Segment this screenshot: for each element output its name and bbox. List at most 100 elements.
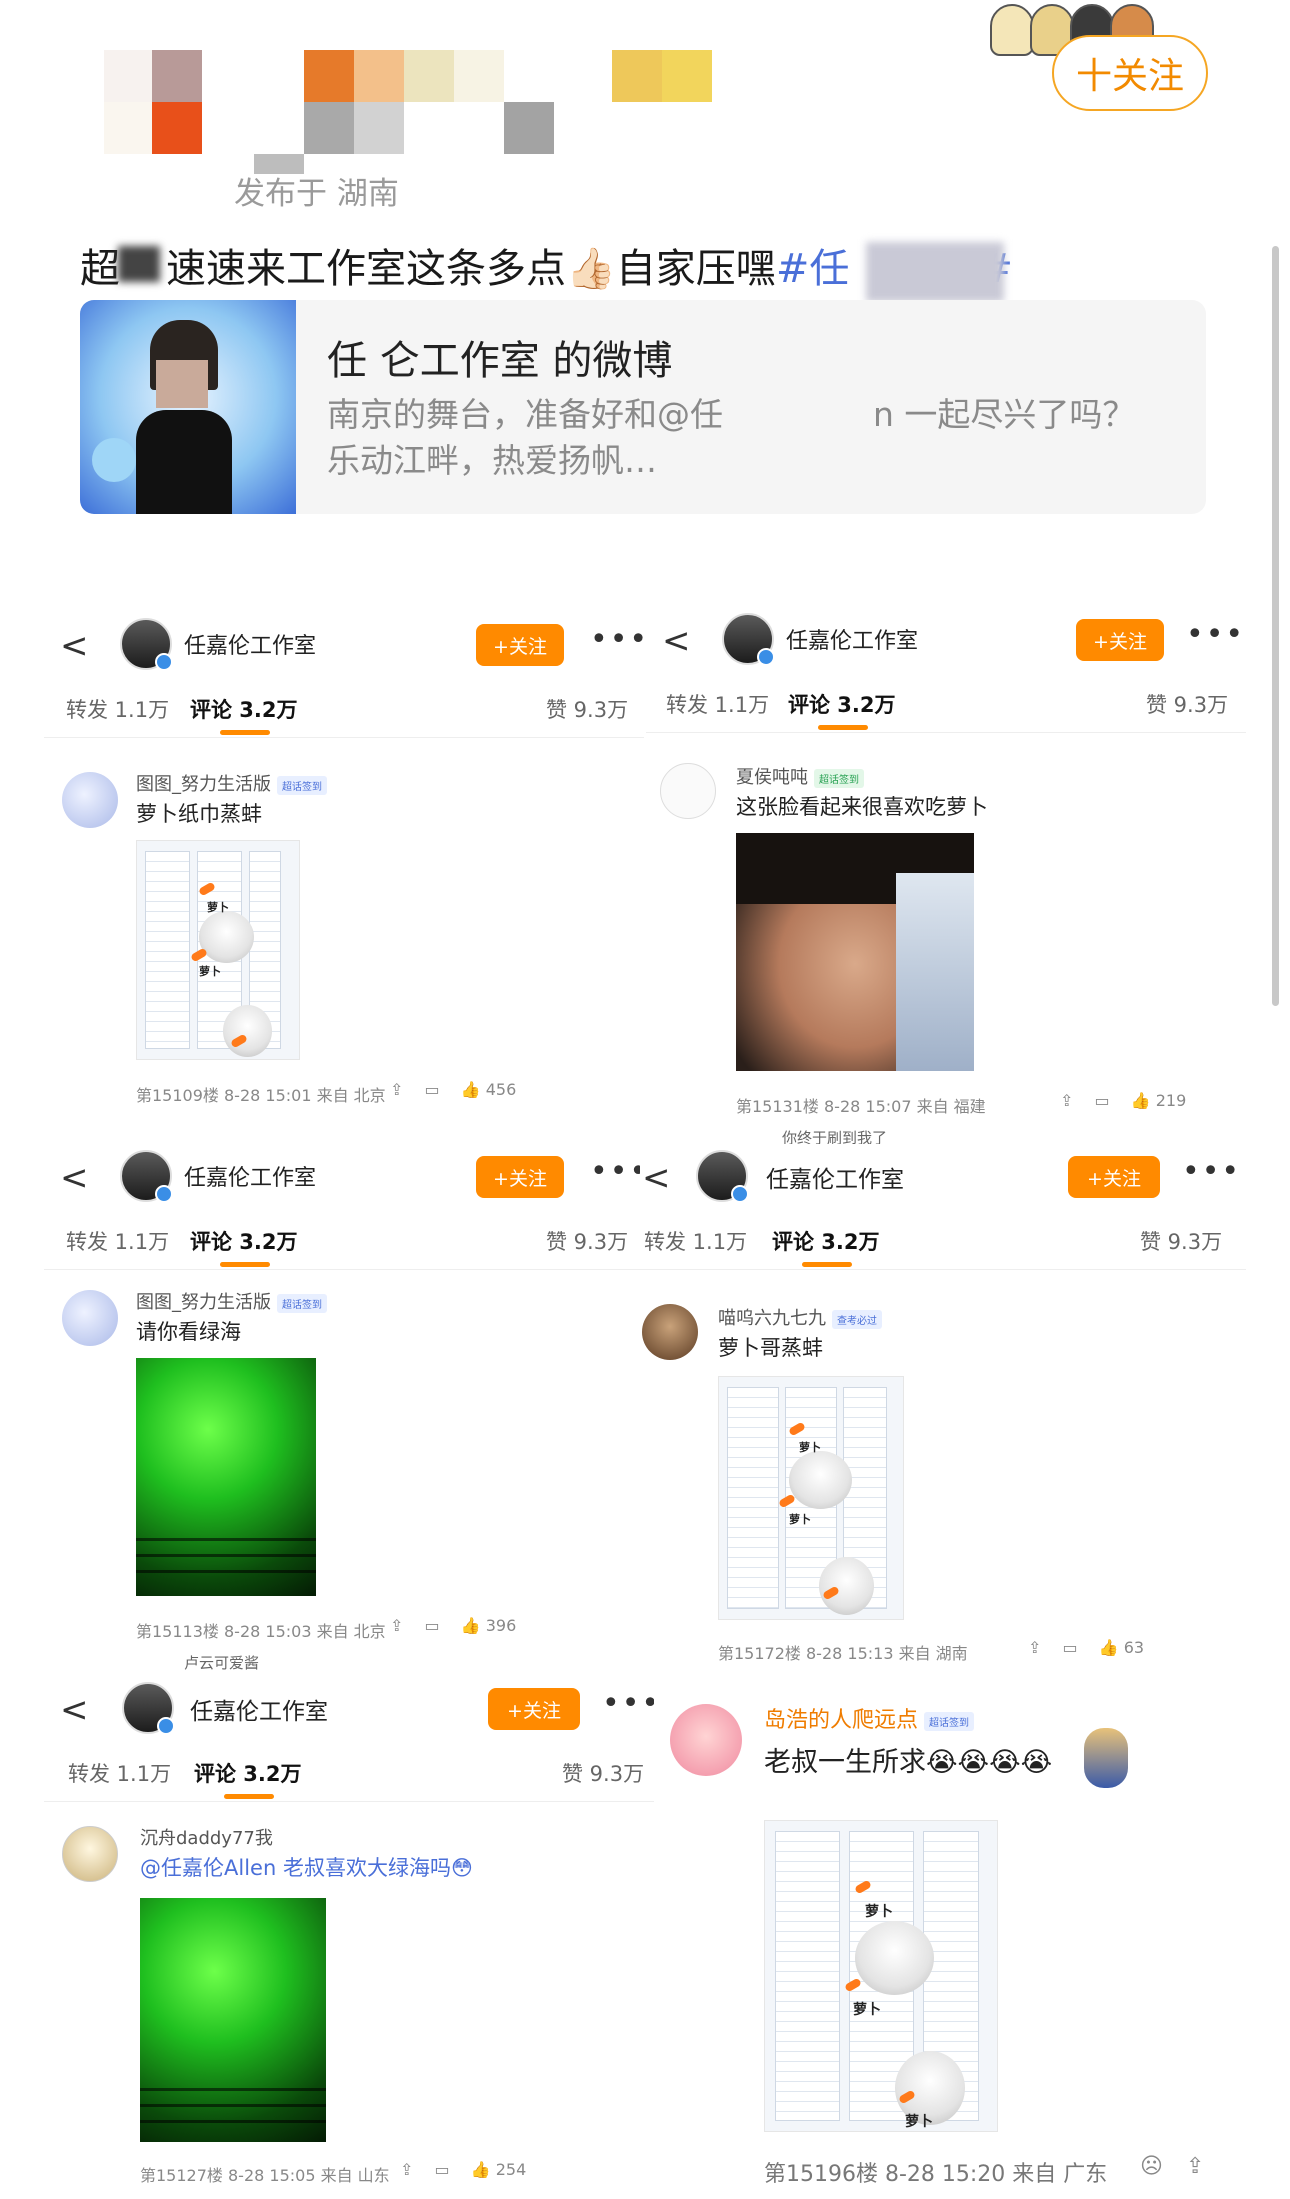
comment-actions: ⇪ ▭ 👍 254 (384, 2160, 526, 2179)
follow-button[interactable]: 十关注 (1052, 35, 1208, 111)
tab-comments[interactable]: 评论 3.2万 (772, 1226, 880, 1256)
avatar[interactable] (62, 1826, 118, 1882)
link-card[interactable]: 任 仑工作室 的微博 南京的舞台，准备好和@任 n 一起尽兴了吗？ 乐动江畔，热爱… (80, 300, 1206, 514)
share-icon[interactable]: ⇪ (1060, 1091, 1073, 1110)
avatar[interactable] (722, 613, 775, 666)
nav-bar: < 任嘉伦工作室 +关注 ••• (44, 612, 644, 676)
comment-icon[interactable]: ▭ (1095, 1091, 1110, 1110)
thumbs-up-emoji: 👍🏻 (566, 246, 616, 292)
avatar[interactable] (670, 1704, 742, 1776)
tab-comments[interactable]: 评论 3.2万 (194, 1758, 302, 1788)
like-count[interactable]: 👍 254 (471, 2160, 527, 2179)
avatar[interactable] (62, 772, 118, 828)
nav-bar: < 任嘉伦工作室 +关注 ••• (646, 607, 1246, 671)
tab-repost[interactable]: 转发 1.1万 (666, 689, 769, 719)
account-name[interactable]: 任嘉伦工作室 (766, 1160, 904, 1194)
avatar[interactable] (62, 1290, 118, 1346)
comment-icon[interactable]: ▭ (435, 2160, 450, 2179)
comment-image[interactable]: 萝卜 萝卜 萝卜 (764, 1820, 998, 2132)
more-icon[interactable]: ••• (1186, 617, 1245, 652)
nav-bar: < 任嘉伦工作室 +关注 ••• (640, 1144, 1246, 1208)
comment-actions: ⇪ ▭ 👍 396 (374, 1616, 516, 1635)
topic-tag[interactable]: #任 (776, 246, 850, 292)
avatar[interactable] (120, 618, 173, 671)
comment-actions: ⇪ ▭ 👍 219 (1044, 1091, 1186, 1110)
like-count[interactable]: 👍 396 (461, 1616, 517, 1635)
back-icon[interactable]: < (60, 1690, 89, 1730)
more-icon[interactable]: ••• (602, 1686, 654, 1721)
share-icon[interactable]: ⇪ (400, 2160, 413, 2179)
tab-comments[interactable]: 评论 3.2万 (190, 1226, 298, 1256)
more-icon[interactable]: ••• (1182, 1154, 1241, 1189)
back-icon[interactable]: < (60, 1158, 89, 1198)
comment-username[interactable]: 沉舟daddy77我 (140, 1824, 273, 1850)
avatar[interactable] (660, 763, 716, 819)
comment-image[interactable]: 萝卜 萝卜 (718, 1376, 904, 1620)
avatar[interactable] (642, 1304, 698, 1360)
tab-likes[interactable]: 赞 9.3万 (1140, 1226, 1222, 1256)
account-name[interactable]: 任嘉伦工作室 (190, 1692, 328, 1726)
share-icon[interactable]: ⇪ (390, 1616, 403, 1635)
tab-likes[interactable]: 赞 9.3万 (546, 694, 628, 724)
comment-image[interactable] (736, 833, 974, 1071)
comment-username[interactable]: 岛浩的人爬远点 超话签到 (764, 1702, 975, 1734)
like-count[interactable]: 👍 219 (1131, 1091, 1187, 1110)
comment-image[interactable] (140, 1898, 326, 2142)
blurred-name (118, 246, 160, 282)
comment-username[interactable]: 夏侯吨吨 超话签到 (736, 763, 864, 789)
back-icon[interactable]: < (662, 621, 691, 661)
screenshot-panel: < 任嘉伦工作室 +关注 ••• 转发 1.1万 评论 3.2万 赞 9.3万 … (44, 1144, 644, 1674)
like-count[interactable]: 👍 63 (1099, 1638, 1144, 1657)
comment-icon[interactable]: ▭ (425, 1616, 440, 1635)
tab-likes[interactable]: 赞 9.3万 (1146, 689, 1228, 719)
tab-comments[interactable]: 评论 3.2万 (788, 689, 896, 719)
comment-icon[interactable]: ▭ (425, 1080, 440, 1099)
screenshot-panel: < 任嘉伦工作室 +关注 ••• 转发 1.1万 评论 3.2万 赞 9.3万 … (44, 1676, 654, 2196)
tab-repost[interactable]: 转发 1.1万 (644, 1226, 747, 1256)
follow-button[interactable]: +关注 (1068, 1156, 1160, 1198)
account-name[interactable]: 任嘉伦工作室 (786, 623, 918, 655)
share-icon[interactable]: ⇪ (1028, 1638, 1041, 1657)
tab-likes[interactable]: 赞 9.3万 (562, 1758, 644, 1788)
comment-username[interactable]: 图图_努力生活版 超话签到 (136, 1288, 327, 1314)
back-icon[interactable]: < (60, 626, 89, 666)
emoji-icon[interactable]: ☹ (1140, 2154, 1163, 2179)
avatar[interactable] (122, 1682, 175, 1735)
like-count[interactable]: 👍 456 (461, 1080, 517, 1099)
back-icon[interactable]: < (642, 1158, 671, 1198)
comment-image[interactable]: 萝卜 萝卜 (136, 840, 300, 1060)
post-location: 发布于 湖南 (234, 176, 399, 212)
comment-text: 萝卜哥蒸蚌 (718, 1336, 823, 1360)
comment-meta: 第15172楼 8-28 15:13 来自 湖南 (718, 1644, 968, 1663)
tab-comments[interactable]: 评论 3.2万 (190, 694, 298, 724)
tab-repost[interactable]: 转发 1.1万 (66, 694, 169, 724)
link-card-thumbnail (80, 300, 296, 514)
share-icon[interactable]: ⇪ (1186, 2154, 1204, 2179)
tab-likes[interactable]: 赞 9.3万 (546, 1226, 628, 1256)
account-name[interactable]: 任嘉伦工作室 (184, 1160, 316, 1192)
tab-repost[interactable]: 转发 1.1万 (68, 1758, 171, 1788)
avatar[interactable] (696, 1150, 749, 1203)
stats-bar: 转发 1.1万 评论 3.2万 赞 9.3万 (646, 671, 1246, 733)
account-name[interactable]: 任嘉伦工作室 (184, 628, 316, 660)
screenshot-panel: < 任嘉伦工作室 +关注 ••• 转发 1.1万 评论 3.2万 赞 9.3万 … (646, 607, 1246, 1147)
avatar[interactable] (120, 1150, 173, 1203)
tab-repost[interactable]: 转发 1.1万 (66, 1226, 169, 1256)
more-icon[interactable]: ••• (590, 622, 644, 657)
stats-bar: 转发 1.1万 评论 3.2万 赞 9.3万 (44, 1208, 644, 1270)
comment-username[interactable]: 图图_努力生活版 超话签到 (136, 770, 327, 796)
comment-icon[interactable]: ▭ (1063, 1638, 1078, 1657)
comment-meta: 第15113楼 8-28 15:03 来自 北京 (136, 1622, 386, 1641)
comment-image[interactable] (136, 1358, 316, 1596)
follow-button[interactable]: +关注 (476, 1156, 564, 1198)
follow-button[interactable]: +关注 (1076, 619, 1164, 661)
screenshot-panel: < 任嘉伦工作室 +关注 ••• 转发 1.1万 评论 3.2万 赞 9.3万 … (640, 1144, 1246, 1664)
comment-actions: ☹ ⇪ (1124, 2154, 1204, 2179)
scrollbar[interactable] (1272, 246, 1279, 1006)
blurred-username (104, 50, 714, 174)
comment-username[interactable]: 喵呜六九七九 查考必过 (718, 1304, 882, 1330)
share-icon[interactable]: ⇪ (390, 1080, 403, 1099)
follow-button[interactable]: +关注 (488, 1688, 580, 1730)
follow-button[interactable]: +关注 (476, 624, 564, 666)
more-icon[interactable]: ••• (590, 1154, 644, 1189)
